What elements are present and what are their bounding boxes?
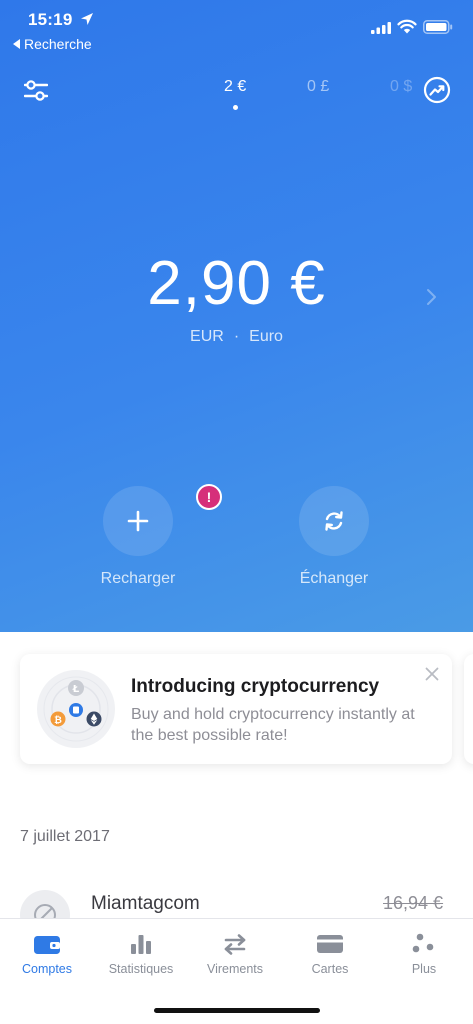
card-icon bbox=[317, 935, 343, 953]
promo-text: Buy and hold cryptocurrency instantly at… bbox=[131, 706, 415, 744]
tab-comptes[interactable]: Comptes bbox=[0, 919, 94, 976]
tab-virements[interactable]: Virements bbox=[188, 919, 282, 976]
crypto-coins-illustration: Ł ₿ bbox=[37, 670, 115, 748]
alert-badge: ! bbox=[196, 484, 222, 510]
crypto-promo-card[interactable]: Ł ₿ Introducing cryptocurrency Buy and h… bbox=[20, 654, 452, 764]
battery-icon bbox=[423, 20, 453, 34]
tab-plus[interactable]: Plus bbox=[377, 919, 471, 976]
balance-currency: EUR · Euro bbox=[0, 328, 473, 346]
chevron-right-icon[interactable] bbox=[424, 287, 438, 307]
currency-name: Euro bbox=[249, 328, 283, 345]
tab-cartes-label: Cartes bbox=[311, 962, 349, 976]
location-arrow-icon bbox=[81, 13, 93, 25]
transaction-merchant-name: Miamtagcom bbox=[91, 893, 200, 914]
wallet-icon bbox=[34, 936, 60, 954]
bar-chart-icon bbox=[131, 935, 151, 954]
sliders-icon[interactable] bbox=[24, 80, 48, 102]
svg-text:₿: ₿ bbox=[54, 715, 62, 726]
next-promo-card-peek[interactable] bbox=[464, 654, 473, 764]
back-label: Recherche bbox=[24, 36, 92, 52]
echanger-label: Échanger bbox=[299, 570, 369, 587]
more-icon bbox=[412, 933, 434, 953]
home-indicator bbox=[154, 1008, 320, 1013]
currency-separator: · bbox=[233, 328, 240, 345]
wifi-icon bbox=[397, 19, 417, 34]
back-to-search-link[interactable]: Recherche bbox=[13, 36, 92, 52]
tab-eur[interactable]: 2 € bbox=[224, 78, 246, 96]
account-hero: 15:19 Recherche 2 € 0 £ 0 $ 2,90 € EUR ·… bbox=[0, 0, 473, 632]
back-triangle-icon bbox=[13, 39, 20, 49]
currency-code: EUR bbox=[190, 328, 224, 345]
plus-icon bbox=[127, 510, 149, 532]
transaction-date-header: 7 juillet 2017 bbox=[20, 828, 110, 845]
tab-cartes[interactable]: Cartes bbox=[283, 919, 377, 976]
tab-comptes-label: Comptes bbox=[21, 962, 73, 976]
tab-gbp[interactable]: 0 £ bbox=[307, 78, 329, 96]
exchange-icon bbox=[325, 511, 343, 531]
echanger-button[interactable]: Échanger bbox=[254, 486, 414, 588]
status-time: 15:19 bbox=[28, 10, 73, 29]
recharger-label: Recharger bbox=[100, 570, 176, 587]
echanger-circle[interactable] bbox=[299, 486, 369, 556]
tab-statistiques-label: Statistiques bbox=[108, 962, 174, 976]
transfer-icon bbox=[224, 934, 246, 955]
close-icon[interactable] bbox=[425, 667, 439, 681]
tab-usd[interactable]: 0 $ bbox=[390, 78, 412, 96]
tab-virements-label: Virements bbox=[206, 962, 264, 976]
recharger-button[interactable]: ! Recharger bbox=[58, 484, 222, 588]
recharger-circle[interactable]: ! bbox=[103, 484, 222, 556]
promo-title: Introducing cryptocurrency bbox=[131, 676, 380, 697]
account-toolbar: 2 € 0 £ 0 $ bbox=[0, 72, 473, 112]
trend-chart-icon[interactable] bbox=[423, 76, 451, 104]
svg-text:Ł: Ł bbox=[72, 684, 80, 695]
tab-plus-label: Plus bbox=[411, 962, 437, 976]
status-bar: 15:19 Recherche bbox=[0, 0, 473, 56]
tab-statistiques[interactable]: Statistiques bbox=[94, 919, 188, 976]
transaction-amount: 16,94 € bbox=[383, 893, 444, 913]
active-tab-indicator bbox=[233, 105, 238, 110]
cellular-signal-icon bbox=[371, 22, 391, 34]
balance-amount: 2,90 € bbox=[147, 249, 326, 318]
